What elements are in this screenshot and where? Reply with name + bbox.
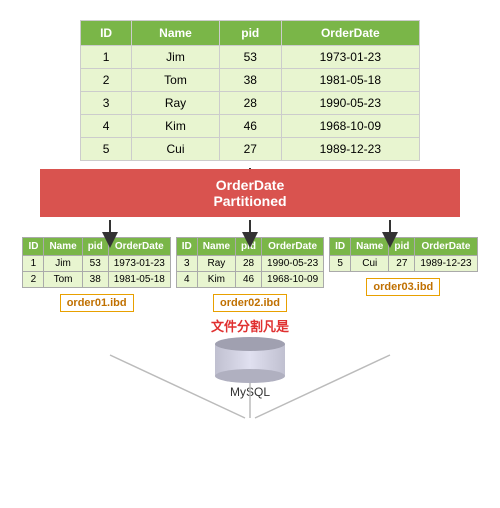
sub3-col-pid: pid bbox=[389, 238, 415, 256]
cell-date: 1973-01-23 bbox=[281, 46, 419, 69]
sub2-col-date: OrderDate bbox=[262, 238, 324, 256]
partition-section: OrderDate Partitioned bbox=[0, 169, 500, 217]
main-col-name: Name bbox=[132, 21, 220, 46]
cell-name: Jim bbox=[132, 46, 220, 69]
cell-id: 5 bbox=[81, 138, 132, 161]
table-row: 2 Tom 38 1981-05-18 bbox=[23, 272, 170, 288]
cylinder-top bbox=[215, 337, 285, 351]
partition-banner: OrderDate Partitioned bbox=[40, 169, 460, 217]
file-label-1: order01.ibd bbox=[60, 294, 134, 312]
main-table-section: ID Name pid OrderDate 1 Jim 53 1973-01-2… bbox=[0, 0, 500, 161]
table-row: 2 Tom 38 1981-05-18 bbox=[81, 69, 420, 92]
cell-id: 4 bbox=[81, 115, 132, 138]
sub-table-2: ID Name pid OrderDate 3 Ray 28 1990-05-2… bbox=[176, 237, 324, 288]
sub-table-1: ID Name pid OrderDate 1 Jim 53 1973-01-2… bbox=[22, 237, 170, 288]
cell-pid: 53 bbox=[219, 46, 281, 69]
sub1-col-name: Name bbox=[44, 238, 82, 256]
cell-date: 1968-10-09 bbox=[281, 115, 419, 138]
mysql-label: MySQL bbox=[230, 385, 270, 399]
main-table-container: ID Name pid OrderDate 1 Jim 53 1973-01-2… bbox=[80, 20, 420, 161]
main-table: ID Name pid OrderDate 1 Jim 53 1973-01-2… bbox=[80, 20, 420, 161]
file-label-3: order03.ibd bbox=[366, 278, 440, 296]
table-row: 1 Jim 53 1973-01-23 bbox=[23, 256, 170, 272]
sub3-col-date: OrderDate bbox=[415, 238, 477, 256]
table-row: 3 Ray 28 1990-05-23 bbox=[81, 92, 420, 115]
cell-date: 1981-05-18 bbox=[281, 69, 419, 92]
diagram-wrapper: ID Name pid OrderDate 1 Jim 53 1973-01-2… bbox=[0, 0, 500, 399]
sub2-col-name: Name bbox=[197, 238, 235, 256]
cell-date: 1989-12-23 bbox=[281, 138, 419, 161]
mysql-cylinder bbox=[215, 337, 285, 383]
sub-tables-section: ID Name pid OrderDate 1 Jim 53 1973-01-2… bbox=[20, 237, 480, 312]
main-col-orderdate: OrderDate bbox=[281, 21, 419, 46]
sub2-col-pid: pid bbox=[236, 238, 262, 256]
cell-pid: 46 bbox=[219, 115, 281, 138]
sub1-col-id: ID bbox=[23, 238, 44, 256]
sub-table-block-1: ID Name pid OrderDate 1 Jim 53 1973-01-2… bbox=[22, 237, 170, 312]
table-row: 1 Jim 53 1973-01-23 bbox=[81, 46, 420, 69]
mysql-container: MySQL bbox=[0, 337, 500, 399]
sub3-col-name: Name bbox=[351, 238, 389, 256]
cell-pid: 27 bbox=[219, 138, 281, 161]
table-row: 4 Kim 46 1968-10-09 bbox=[81, 115, 420, 138]
sub2-col-id: ID bbox=[176, 238, 197, 256]
table-row: 5 Cui 27 1989-12-23 bbox=[330, 256, 477, 272]
table-row: 5 Cui 27 1989-12-23 bbox=[81, 138, 420, 161]
cell-id: 2 bbox=[81, 69, 132, 92]
sub-table-block-3: ID Name pid OrderDate 5 Cui 27 1989-12-2… bbox=[329, 237, 477, 296]
file-label-2: order02.ibd bbox=[213, 294, 287, 312]
table-row: 3 Ray 28 1990-05-23 bbox=[176, 256, 323, 272]
cell-pid: 28 bbox=[219, 92, 281, 115]
cell-id: 1 bbox=[81, 46, 132, 69]
sub3-col-id: ID bbox=[330, 238, 351, 256]
cell-name: Kim bbox=[132, 115, 220, 138]
cell-date: 1990-05-23 bbox=[281, 92, 419, 115]
partition-title-line1: OrderDate bbox=[216, 177, 284, 193]
sub-table-3: ID Name pid OrderDate 5 Cui 27 1989-12-2… bbox=[329, 237, 477, 272]
cell-name: Cui bbox=[132, 138, 220, 161]
main-col-id: ID bbox=[81, 21, 132, 46]
main-col-pid: pid bbox=[219, 21, 281, 46]
cell-name: Tom bbox=[132, 69, 220, 92]
cell-name: Ray bbox=[132, 92, 220, 115]
cell-id: 3 bbox=[81, 92, 132, 115]
sub1-col-date: OrderDate bbox=[108, 238, 170, 256]
cell-pid: 38 bbox=[219, 69, 281, 92]
partition-title-line2: Partitioned bbox=[213, 193, 286, 209]
cylinder-bottom bbox=[215, 369, 285, 383]
table-row: 4 Kim 46 1968-10-09 bbox=[176, 272, 323, 288]
sub-table-block-2: ID Name pid OrderDate 3 Ray 28 1990-05-2… bbox=[176, 237, 324, 312]
sub1-col-pid: pid bbox=[82, 238, 108, 256]
cn-label: 文件分割凡是 bbox=[0, 316, 500, 335]
